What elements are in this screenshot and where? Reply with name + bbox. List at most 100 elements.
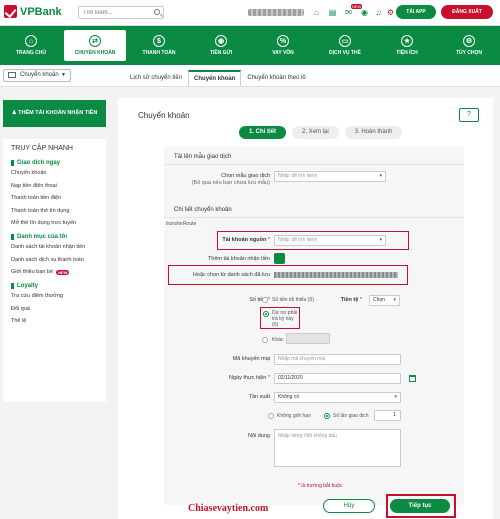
amount-label: Số tiền * bbox=[184, 297, 270, 303]
vpbank-logo[interactable]: VPBank bbox=[4, 5, 62, 18]
nav-settings[interactable]: ⚙ TÙY CHỌN bbox=[438, 26, 500, 65]
tab-transfer[interactable]: Chuyển khoản bbox=[188, 70, 242, 86]
promo-label: Mã khuyến mại bbox=[232, 356, 270, 362]
nav-transfer[interactable]: ⇄ CHUYỂN KHOẢN bbox=[64, 30, 126, 61]
amount-other-radio[interactable] bbox=[262, 337, 268, 343]
date-input[interactable]: 02/11/2020 bbox=[274, 373, 401, 384]
promo-input[interactable]: Nhập mã khuyến mại bbox=[274, 354, 401, 365]
add-recipient-button[interactable]: ♟ THÊM TÀI KHOẢN NHẬN TIỀN bbox=[3, 100, 106, 127]
group-title: Loyalty bbox=[11, 283, 98, 289]
nav-home[interactable]: ⌂ TRANG CHỦ bbox=[0, 26, 62, 65]
tab-history[interactable]: Lịch sử chuyển tiền bbox=[124, 70, 188, 86]
amount-min-label: Số tiền tối thiểu (0) bbox=[272, 297, 314, 303]
detail-section-title: Chi tiết chuyển khoản bbox=[174, 207, 232, 213]
transfer-type-select[interactable]: Chuyển khoản ▼ bbox=[3, 69, 71, 82]
chevron-down-icon: ▾ bbox=[394, 394, 397, 400]
quick-link[interactable]: Danh sách dịch vụ thanh toán bbox=[11, 257, 98, 263]
quick-link[interactable]: Nạp tiền điện thoại bbox=[11, 183, 98, 189]
stepper: 1. Chi tiết 2. Xem lại 3. Hoàn thành bbox=[239, 126, 403, 139]
currency-label: Tiền tệ * bbox=[334, 297, 362, 303]
piggy-icon: ◉ bbox=[215, 35, 227, 47]
nav-label: TRANG CHỦ bbox=[16, 50, 46, 56]
mail-icon[interactable]: ✉ bbox=[344, 8, 353, 17]
location-icon[interactable]: ◉ bbox=[360, 8, 369, 17]
amount-min-radio[interactable] bbox=[262, 297, 268, 303]
quick-link[interactable]: Chuyển khoản bbox=[11, 170, 98, 176]
required-mark: * bbox=[267, 237, 270, 243]
logout-button[interactable]: ĐĂNG XUẤT bbox=[441, 5, 493, 19]
settings-icon: ⚙ bbox=[463, 35, 475, 47]
content-textarea[interactable]: Nhập tiếng Việt không dấu bbox=[274, 429, 401, 467]
logo-text: VPBank bbox=[20, 5, 62, 18]
amount-other-input[interactable] bbox=[286, 333, 330, 344]
help-button[interactable]: ? bbox=[459, 108, 479, 122]
step-details: 1. Chi tiết bbox=[239, 126, 287, 139]
unlimited-radio[interactable] bbox=[268, 413, 274, 419]
source-account-select[interactable]: Nhập để tìm kiếm ▾ bbox=[274, 235, 386, 246]
required-mark: * bbox=[359, 297, 362, 303]
quick-link[interactable]: Thể lệ bbox=[11, 318, 98, 324]
count-radio[interactable] bbox=[324, 413, 330, 419]
search-box[interactable] bbox=[78, 6, 164, 19]
template-select[interactable]: Nhập để tìm kiếm ▾ bbox=[274, 171, 386, 182]
search-input[interactable] bbox=[79, 7, 151, 18]
count-label: Số lần giao dịch bbox=[333, 413, 369, 419]
quick-link-label: Giới thiệu bạn bè bbox=[11, 269, 54, 275]
quick-link[interactable]: Mở thẻ tín dụng trực tuyến bbox=[11, 220, 98, 226]
bell-icon[interactable]: ♫ bbox=[374, 8, 383, 17]
date-label-text: Ngày thực hiện bbox=[229, 375, 267, 381]
saved-list-label: Hoặc chọn từ danh sách đã lưu bbox=[192, 272, 270, 278]
frequency-value: Không có bbox=[278, 394, 300, 400]
nav-loan[interactable]: % VAY VỐN bbox=[252, 26, 314, 65]
nav-label: THANH TOÁN bbox=[142, 50, 176, 56]
cart-icon[interactable]: ▤ bbox=[328, 8, 337, 17]
quick-link[interactable]: Danh sách tài khoản nhận tiền bbox=[11, 244, 98, 250]
add-recipient-inline-label: Thêm tài khoản nhận tiền bbox=[207, 256, 270, 262]
left-panel: ♟ THÊM TÀI KHOẢN NHẬN TIỀN TRUY CẬP NHAN… bbox=[3, 100, 106, 402]
unlimited-label: Không giới hạn bbox=[277, 413, 311, 419]
transfer-type-icon bbox=[8, 72, 16, 78]
quick-link[interactable]: Đổi quà bbox=[11, 306, 98, 312]
transfer-type-value: Chuyển khoản bbox=[20, 72, 59, 78]
frequency-select[interactable]: Không có ▾ bbox=[274, 392, 401, 403]
source-label: Tài khoản nguồn * bbox=[184, 237, 270, 243]
main-nav: ⌂ TRANG CHỦ ⇄ CHUYỂN KHOẢN $ THANH TOÁN ◉ TI… bbox=[0, 26, 500, 65]
amount-other-label: Khác bbox=[272, 337, 284, 343]
username-redacted bbox=[248, 9, 304, 16]
bank-icon[interactable]: ⌂ bbox=[312, 8, 321, 17]
quick-link[interactable]: Tra cứu điểm thưởng bbox=[11, 293, 98, 299]
download-app-button[interactable]: TẢI APP bbox=[396, 5, 436, 19]
calendar-icon[interactable] bbox=[409, 375, 416, 382]
chevron-down-icon: ▼ bbox=[61, 72, 66, 78]
nav-deposit[interactable]: ◉ TIỀN GỬI bbox=[190, 26, 252, 65]
amount-debt-radio[interactable] bbox=[263, 311, 269, 317]
nav-utility[interactable]: ★ TIỆN ÍCH bbox=[376, 26, 438, 65]
template-placeholder: Nhập để tìm kiếm bbox=[278, 173, 318, 179]
nav-payment[interactable]: $ THANH TOÁN bbox=[128, 26, 190, 65]
tab-batch-transfer[interactable]: Chuyển khoản theo lô bbox=[241, 70, 311, 86]
group-title: Danh mục của tôi bbox=[11, 234, 98, 240]
count-input[interactable]: 1 bbox=[374, 410, 401, 421]
gear-icon[interactable]: ⚙ bbox=[386, 8, 395, 17]
quick-link-referral[interactable]: Giới thiệu bạn bè NEW bbox=[11, 269, 98, 275]
quick-access: TRUY CẬP NHANH Giao dịch ngay Chuyển kho… bbox=[3, 139, 106, 402]
nav-label: CHUYỂN KHOẢN bbox=[74, 50, 116, 56]
quick-access-title: TRUY CẬP NHANH bbox=[11, 145, 73, 152]
search-icon[interactable] bbox=[154, 9, 160, 15]
currency-select[interactable]: Chọn ▾ bbox=[369, 295, 400, 306]
cancel-button[interactable]: Hủy bbox=[323, 499, 375, 513]
nav-card[interactable]: ▭ DỊCH VỤ THẺ bbox=[314, 26, 376, 65]
saved-account-redacted[interactable] bbox=[274, 272, 398, 278]
nav-label: DỊCH VỤ THẺ bbox=[329, 50, 361, 56]
watermark: Chiasevaytien.com bbox=[188, 503, 269, 514]
source-label-text: Tài khoản nguồn bbox=[222, 237, 267, 243]
template-label: Chọn mẫu giao dịch bbox=[221, 173, 270, 179]
transfer-icon: ⇄ bbox=[89, 35, 101, 47]
quick-link[interactable]: Thanh toán tiền điện bbox=[11, 195, 98, 201]
dollar-icon: $ bbox=[153, 35, 165, 47]
content-label: Nội dung bbox=[247, 433, 270, 439]
logo-mark-icon bbox=[4, 5, 17, 18]
add-user-icon[interactable] bbox=[274, 253, 285, 264]
continue-button[interactable]: Tiếp tục bbox=[390, 499, 450, 513]
quick-link[interactable]: Thanh toán thẻ tín dụng bbox=[11, 208, 98, 214]
